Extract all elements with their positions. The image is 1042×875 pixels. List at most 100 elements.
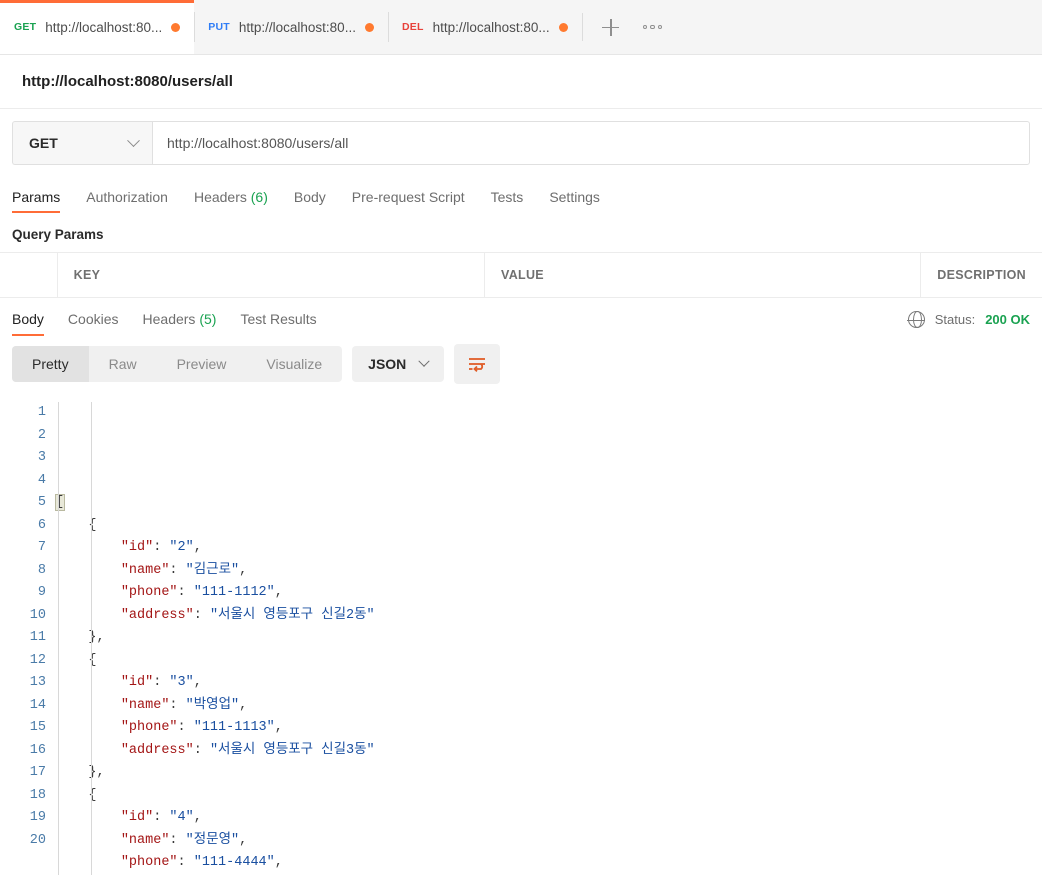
view-mode-visualize[interactable]: Visualize — [246, 346, 342, 382]
request-tab-bar: GET http://localhost:80... PUT http://local… — [0, 0, 1042, 55]
tab-method-label: DEL — [401, 21, 424, 33]
view-mode-pretty[interactable]: Pretty — [12, 346, 89, 382]
query-params-heading: Query Params — [0, 213, 1042, 252]
unsaved-indicator-icon — [558, 22, 568, 32]
json-property-address: "address": "서울시 영등포구 신길3동" — [120, 742, 375, 758]
view-mode-preview[interactable]: Preview — [157, 346, 247, 382]
unsaved-indicator-icon — [171, 22, 181, 32]
json-property-id: "id": "4", — [120, 810, 202, 825]
json-property-name: "name": "김근로", — [120, 562, 248, 578]
response-view-toolbar: Pretty Raw Preview Visualize JSON — [0, 336, 1042, 394]
request-url-input[interactable] — [152, 121, 1030, 165]
line-number: 17 — [29, 765, 46, 780]
tab-tests[interactable]: Tests — [491, 189, 524, 213]
line-number: 19 — [29, 810, 46, 825]
tab-method-label: PUT — [208, 21, 230, 33]
params-select-all-cell[interactable] — [0, 253, 58, 297]
http-method-select[interactable]: GET — [12, 121, 152, 165]
response-body-viewer[interactable]: 1 2 3 4 5 6 7 8 9 10 11 12 13 14 15 16 17 18 19 20 [ { "id"… — [0, 394, 1042, 875]
line-number: 20 — [29, 832, 46, 848]
status-label: Status: — [934, 312, 976, 327]
chevron-down-icon — [418, 355, 430, 367]
tab-controls — [581, 0, 672, 54]
json-property-phone: "phone": "111-1113", — [120, 720, 283, 735]
json-code-content[interactable]: [ { "id": "2", "name": "김근로", "phone": "… — [54, 402, 1042, 875]
json-property-phone: "phone": "111-4444", — [120, 855, 283, 870]
indent-guide — [58, 402, 59, 875]
line-number: 2 — [37, 427, 46, 443]
json-object-open: { — [56, 652, 97, 668]
json-property-phone: "phone": "111-1112", — [120, 585, 283, 600]
request-tab-put[interactable]: PUT http://localhost:80... — [194, 0, 388, 54]
tab-url-label: http://localhost:80... — [45, 19, 163, 35]
line-number: 4 — [37, 472, 46, 488]
tab-headers[interactable]: Headers (6) — [194, 189, 268, 213]
line-number: 10 — [29, 607, 46, 623]
line-number: 15 — [29, 720, 46, 735]
response-format-label: JSON — [368, 356, 407, 372]
response-status-area: Status: 200 OK — [907, 310, 1030, 336]
ellipsis-icon — [642, 24, 663, 30]
tab-method-label: GET — [14, 21, 37, 33]
response-section-tabs: Body Cookies Headers (5) Test Results Statu… — [0, 298, 1042, 336]
new-tab-button[interactable] — [592, 8, 630, 46]
request-title-row: http://localhost:8080/users/all — [0, 55, 1042, 109]
request-tab-get[interactable]: GET http://localhost:80... — [0, 0, 195, 54]
status-badge: 200 OK — [985, 312, 1030, 327]
json-property-name: "name": "정문영", — [120, 832, 248, 848]
tab-params[interactable]: Params — [12, 189, 61, 213]
params-header-key: KEY — [58, 253, 485, 297]
page-title: http://localhost:8080/users/all — [22, 73, 233, 90]
url-bar: GET — [0, 109, 1042, 177]
line-number: 14 — [29, 697, 46, 713]
tab-count-badge: (5) — [195, 311, 217, 327]
response-tab-test-results[interactable]: Test Results — [240, 311, 316, 336]
unsaved-indicator-icon — [364, 22, 374, 32]
globe-icon — [907, 310, 926, 329]
tab-authorization[interactable]: Authorization — [86, 189, 168, 213]
line-number: 18 — [29, 787, 46, 803]
line-number: 9 — [37, 585, 46, 600]
response-tab-cookies[interactable]: Cookies — [68, 311, 119, 336]
response-view-mode-group: Pretty Raw Preview Visualize — [12, 346, 343, 382]
line-number: 5 — [37, 495, 46, 510]
line-number: 1 — [37, 405, 46, 420]
view-mode-raw[interactable]: Raw — [89, 346, 157, 382]
json-object-open: { — [56, 787, 97, 803]
request-section-tabs: Params Authorization Headers (6) Body Pre-re… — [0, 177, 1042, 213]
line-number: 3 — [37, 450, 46, 465]
line-number: 6 — [37, 517, 46, 533]
response-tab-headers[interactable]: Headers (5) — [143, 311, 217, 336]
json-property-id: "id": "3", — [120, 675, 202, 690]
http-method-label: GET — [29, 135, 58, 151]
line-number: 12 — [29, 652, 46, 668]
json-property-id: "id": "2", — [120, 540, 202, 555]
params-header-value: VALUE — [485, 253, 922, 297]
word-wrap-button[interactable] — [454, 344, 501, 384]
indent-guide — [91, 402, 92, 875]
chevron-down-icon — [127, 133, 140, 147]
word-wrap-icon — [469, 358, 486, 372]
response-tab-body[interactable]: Body — [12, 311, 44, 336]
tab-url-label: http://localhost:80... — [238, 19, 356, 35]
response-format-select[interactable]: JSON — [352, 346, 445, 382]
json-object-close: }, — [56, 630, 105, 645]
json-property-name: "name": "박영업", — [120, 697, 248, 713]
tab-pre-request-script[interactable]: Pre-request Script — [352, 189, 465, 213]
json-array-open: [ — [54, 494, 66, 511]
line-number: 7 — [37, 540, 46, 555]
line-number: 11 — [29, 630, 46, 645]
line-number: 8 — [37, 562, 46, 578]
tab-url-label: http://localhost:80... — [432, 19, 550, 35]
json-property-address: "address": "서울시 영등포구 신길2동" — [120, 607, 375, 623]
tab-more-options-button[interactable] — [634, 8, 672, 46]
tab-count-badge: (6) — [246, 189, 268, 205]
line-number: 13 — [29, 675, 46, 690]
query-params-table: KEY VALUE DESCRIPTION — [0, 252, 1042, 298]
tab-settings[interactable]: Settings — [549, 189, 600, 213]
request-tab-del[interactable]: DEL http://localhost:80... — [387, 0, 582, 54]
tab-body[interactable]: Body — [294, 189, 326, 213]
plus-icon — [602, 18, 620, 36]
params-header-description: DESCRIPTION — [937, 268, 1027, 282]
json-object-close: }, — [56, 765, 105, 780]
